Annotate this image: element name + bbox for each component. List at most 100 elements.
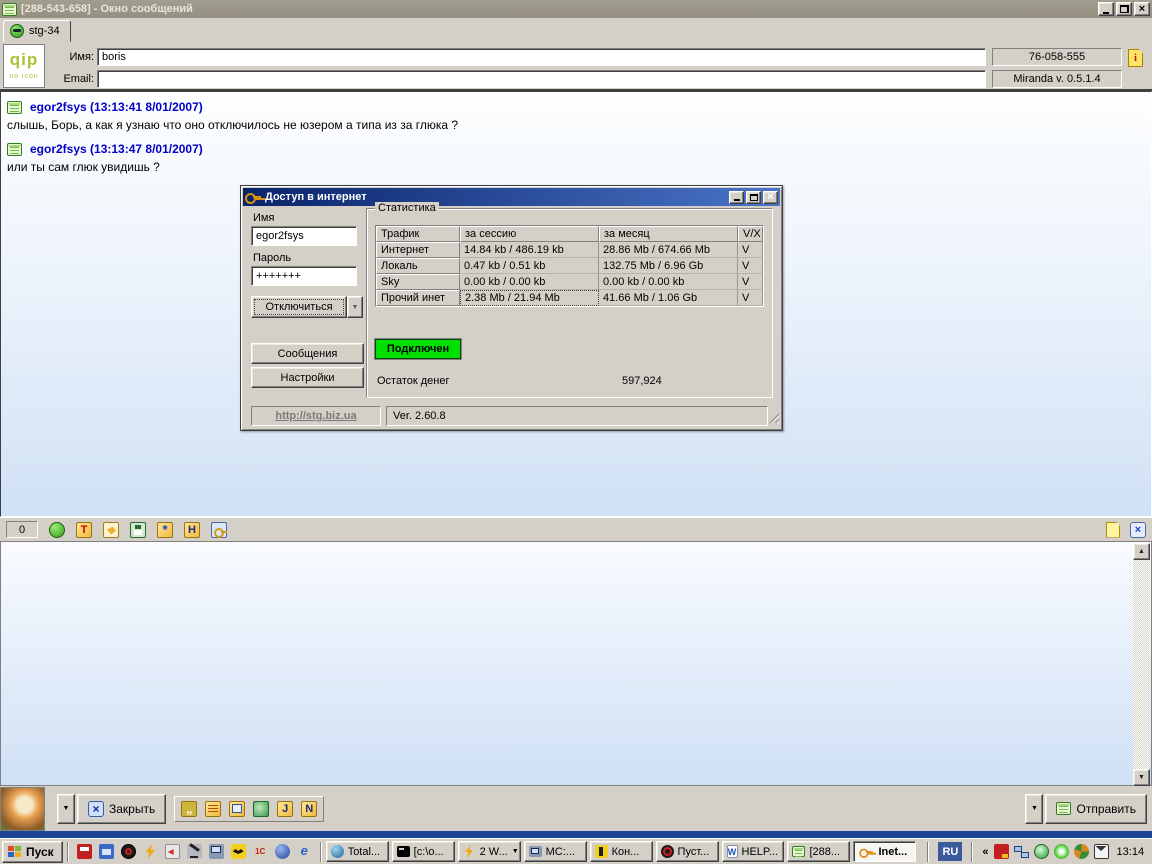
statistics-group: Статистика Трафик за сессию за месяц V/X… [366,208,773,398]
tray-clock[interactable]: 13:14 [1117,846,1145,858]
taskbar-task-mc[interactable]: MC:... [524,841,587,862]
disconnect-button[interactable]: Отключиться [251,296,347,318]
taskbar-task-total[interactable]: Total... [326,841,389,862]
dialog-statusbar: http://stg.biz.ua Ver. 2.60.8 [241,406,782,426]
dialog-settings-button[interactable]: Настройки [251,367,364,388]
text-format-icon[interactable]: T [76,522,92,538]
dialog-messages-button[interactable]: Сообщения [251,343,364,364]
smiley-icon[interactable] [49,522,65,538]
qip-flower-icon[interactable] [1054,844,1069,859]
window-select-icon[interactable] [229,801,245,817]
contact-name-input[interactable] [97,48,986,66]
send-note-icon [1056,802,1071,815]
contact-status-icon [10,24,24,38]
window-bottom-edge [0,831,1152,838]
taskbar-task-help[interactable]: W HELP... [722,841,785,862]
save-icon[interactable] [130,522,146,538]
red-grid-key-icon[interactable] [994,844,1009,859]
snowflake-icon[interactable]: * [157,522,173,538]
table-cell: 0.47 kb / 0.51 kb [460,258,599,274]
wrench-icon[interactable] [253,801,269,817]
bat-icon[interactable] [231,844,246,859]
message-header: egor2fsys (13:13:47 8/01/2007) [30,142,203,156]
message-header: egor2fsys (13:13:41 8/01/2007) [30,100,203,114]
balance-value: 597,924 [622,375,662,387]
history-icon[interactable]: H [184,522,200,538]
col-header-traffic[interactable]: Трафик [376,226,460,242]
notify-icon[interactable]: N [301,801,317,817]
red-floppy-icon[interactable] [77,844,92,859]
dialog-maximize-button[interactable] [746,191,761,204]
info-icon[interactable]: i [1128,49,1143,67]
paint-bucket-icon[interactable] [103,522,119,538]
telescope-icon[interactable] [187,844,202,859]
taskbar-task-kon[interactable]: Кон... [590,841,653,862]
table-cell: V [738,290,763,306]
disconnect-dropdown[interactable]: ▼ [347,296,363,318]
media-player-icon[interactable] [275,844,290,859]
globe-icon[interactable] [1074,844,1089,859]
tray-chevron[interactable]: « [982,846,988,858]
dialog-password-input[interactable] [251,266,357,286]
red-circle-icon[interactable] [121,844,136,859]
message-item: egor2fsys (13:13:47 8/01/2007) или ты са… [7,142,1145,174]
connection-status-badge: Подключен [375,339,461,359]
winamp-lightning-icon[interactable] [143,844,158,859]
start-button-label: Пуск [26,845,54,859]
taskbar-task-pust[interactable]: Пуст... [656,841,719,862]
green-note-icon [792,846,805,857]
mail-bat-icon[interactable] [1094,844,1109,859]
start-button[interactable]: Пуск [2,841,63,863]
taskbar-task-inet[interactable]: Inet... [853,841,916,862]
1c-v8-icon[interactable]: 1С [253,844,268,859]
dialog-minimize-button[interactable] [729,191,744,204]
notes-icon[interactable] [205,801,221,817]
dialog-password-label: Пароль [253,252,291,264]
journal-icon[interactable]: J [277,801,293,817]
contact-email-input[interactable] [97,70,986,88]
dialog-name-input[interactable] [251,226,357,246]
close-options-dropdown[interactable]: ▼ [57,794,75,824]
key-stamp-icon[interactable] [211,522,227,538]
send-button[interactable]: Отправить [1045,794,1147,824]
new-file-icon[interactable] [1106,522,1120,538]
compose-scrollbar[interactable]: ▲ ▼ [1133,543,1150,786]
taskbar-task-winamp-group[interactable]: 2 W... ▼ [458,841,521,862]
col-header-vx[interactable]: V/X [738,226,763,242]
minimize-button[interactable] [1098,2,1114,16]
language-indicator[interactable]: RU [938,842,962,861]
compose-toolbar: 0 T * H × [0,517,1152,541]
taskbar-task-288[interactable]: [288... [787,841,850,862]
stg-link[interactable]: http://stg.biz.ua [258,410,374,422]
table-cell: V [738,258,763,274]
table-cell: V [738,242,763,258]
send-button-label: Отправить [1076,802,1136,816]
window-title: [288-543-658] - Окно сообщений [21,3,1096,15]
internet-explorer-icon[interactable]: e [297,844,312,859]
quick-actions-group: „ J N [174,796,324,822]
close-chat-button[interactable]: × Закрыть [77,794,166,824]
tab-stg-34[interactable]: stg-34 [3,20,71,42]
remote-computer-icon[interactable] [209,844,224,859]
message-note-icon [7,143,22,156]
table-cell-focused: 2.38 Mb / 21.94 Mb [460,290,599,306]
scroll-down-button[interactable]: ▼ [1133,769,1150,786]
window-icon [2,3,17,16]
taskbar-task-console[interactable]: [c:\o... [392,841,455,862]
scroll-up-button[interactable]: ▲ [1133,543,1150,560]
close-x-icon[interactable]: × [1130,522,1146,538]
resize-grip[interactable] [767,411,779,423]
dialog-close-button[interactable]: × [763,191,778,204]
dialog-titlebar: Доступ в интернет × [243,188,780,206]
restore-button[interactable] [1116,2,1132,16]
send-options-dropdown[interactable]: ▼ [1025,794,1043,824]
blue-mail-icon[interactable] [99,844,114,859]
col-header-session[interactable]: за сессию [460,226,599,242]
col-header-month[interactable]: за месяц [599,226,738,242]
clock-icon[interactable] [1034,844,1049,859]
compose-input-area[interactable]: ▲ ▼ [0,541,1152,786]
close-button[interactable]: × [1134,2,1150,16]
quote-icon[interactable]: „ [181,801,197,817]
red-key-arrow-icon[interactable] [165,844,180,859]
network-icon[interactable] [1014,844,1029,859]
